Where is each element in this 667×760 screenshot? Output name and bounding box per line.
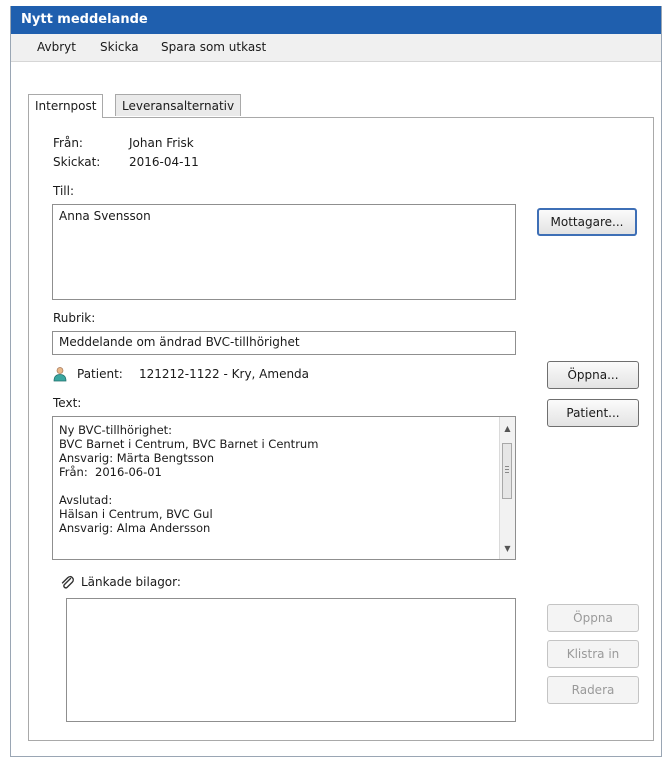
message-window: Nytt meddelande Avbryt Skicka Spara som … bbox=[10, 6, 662, 757]
tab-leveransalternativ[interactable]: Leveransalternativ bbox=[115, 94, 242, 116]
sent-value: 2016-04-11 bbox=[129, 155, 199, 169]
subject-label: Rubrik: bbox=[53, 311, 96, 325]
save-draft-button[interactable]: Spara som utkast bbox=[161, 40, 266, 54]
patient-label: Patient: bbox=[77, 367, 123, 381]
scroll-up-icon[interactable]: ▲ bbox=[500, 421, 515, 437]
recipients-button[interactable]: Mottagare... bbox=[537, 208, 637, 236]
toolbar: Avbryt Skicka Spara som utkast bbox=[11, 34, 661, 62]
message-line: Ansvarig: Alma Andersson bbox=[59, 521, 211, 535]
text-label: Text: bbox=[53, 396, 82, 410]
message-text-area[interactable]: Ny BVC-tillhörighet: BVC Barnet i Centru… bbox=[52, 416, 516, 560]
sent-label: Skickat: bbox=[53, 155, 101, 169]
send-button[interactable]: Skicka bbox=[100, 40, 139, 54]
scroll-down-icon[interactable]: ▼ bbox=[500, 541, 515, 557]
paste-attachment-button[interactable]: Klistra in bbox=[547, 640, 639, 668]
tab-panel: Från: Johan Frisk Skickat: 2016-04-11 Ti… bbox=[28, 117, 654, 741]
attachments-list[interactable] bbox=[66, 598, 516, 722]
open-patient-button[interactable]: Öppna... bbox=[547, 361, 639, 389]
cancel-button[interactable]: Avbryt bbox=[37, 40, 76, 54]
delete-attachment-button[interactable]: Radera bbox=[547, 676, 639, 704]
from-label: Från: bbox=[53, 136, 83, 150]
from-value: Johan Frisk bbox=[129, 136, 194, 150]
message-line: BVC Barnet i Centrum, BVC Barnet i Centr… bbox=[59, 437, 319, 451]
attachments-label: Länkade bilagor: bbox=[81, 575, 181, 589]
message-line: Avslutad: bbox=[59, 493, 113, 507]
message-content: Internpost Leveransalternativ Från: Joha… bbox=[11, 62, 661, 756]
text-scrollbar[interactable]: ▲ ▼ bbox=[499, 417, 515, 559]
tab-internpost[interactable]: Internpost bbox=[28, 94, 104, 118]
to-label: Till: bbox=[53, 184, 75, 198]
message-line: Ny BVC-tillhörighet: bbox=[59, 423, 173, 437]
message-line: Hälsan i Centrum, BVC Gul bbox=[59, 507, 213, 521]
patient-value: 121212-1122 - Kry, Amenda bbox=[139, 367, 310, 381]
subject-input[interactable]: Meddelande om ändrad BVC-tillhörighet bbox=[52, 331, 516, 355]
message-line bbox=[59, 479, 495, 493]
window-title: Nytt meddelande bbox=[11, 6, 661, 34]
subject-value: Meddelande om ändrad BVC-tillhörighet bbox=[59, 335, 300, 349]
open-attachment-button[interactable]: Öppna bbox=[547, 604, 639, 632]
to-value: Anna Svensson bbox=[59, 209, 151, 223]
to-field[interactable]: Anna Svensson bbox=[52, 204, 516, 300]
message-line: Ansvarig: Märta Bengtsson bbox=[59, 451, 215, 465]
person-icon bbox=[52, 366, 68, 382]
paperclip-icon bbox=[59, 574, 75, 590]
message-line: Från: 2016-06-01 bbox=[59, 465, 162, 479]
scroll-thumb[interactable] bbox=[502, 443, 512, 499]
patient-button[interactable]: Patient... bbox=[547, 399, 639, 427]
